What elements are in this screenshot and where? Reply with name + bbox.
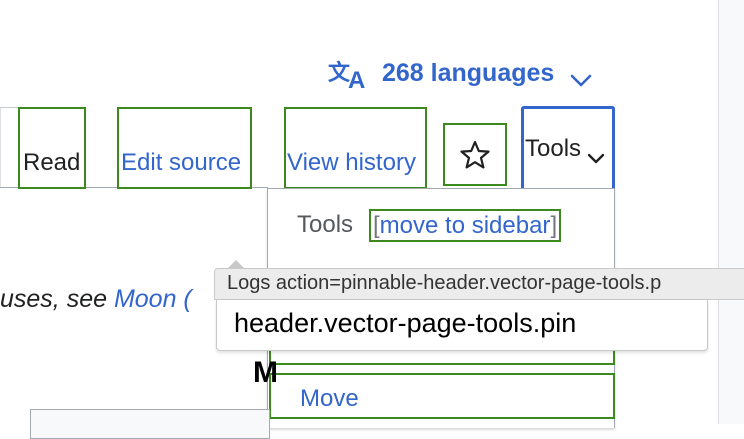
tools-menu-heading: Tools	[297, 211, 354, 238]
star-icon	[460, 140, 490, 168]
tools-dropdown-button[interactable]: Tools	[521, 106, 615, 188]
tabs-top-line	[0, 107, 20, 108]
tabs-left-edge	[0, 108, 1, 188]
svg-text:A: A	[348, 67, 365, 90]
hatnote-text: uses, see	[0, 285, 114, 313]
move-to-sidebar-button[interactable]: [move to sidebar]	[369, 209, 562, 242]
pin-open-bracket: [	[373, 212, 380, 239]
tab-read[interactable]: Read	[18, 107, 86, 189]
page-right-gutter	[718, 0, 744, 424]
tooltip-arrow	[228, 260, 244, 268]
language-button[interactable]: 文 A 268 languages	[328, 54, 592, 94]
chevron-down-icon	[587, 144, 605, 163]
section-heading-fragment: M	[253, 356, 278, 389]
menu-item-move[interactable]: Move	[269, 373, 615, 419]
infobox-edge	[30, 409, 270, 439]
language-count-label: 268 languages	[382, 58, 555, 87]
chevron-down-icon	[570, 66, 592, 87]
moon-disambiguation-link[interactable]: Moon (	[114, 285, 192, 313]
watch-button[interactable]	[443, 123, 507, 186]
translate-icon: 文 A	[328, 56, 372, 94]
pin-close-bracket: ]	[550, 212, 558, 239]
tab-edit-source[interactable]: Edit source	[117, 107, 252, 189]
tools-button-label: Tools	[525, 134, 582, 162]
tools-menu-panel: Tools [move to sidebar] Delete Move	[267, 188, 615, 428]
hatnote: uses, see Moon (	[0, 285, 192, 314]
move-to-sidebar-link[interactable]: move to sidebar	[380, 212, 551, 239]
tab-view-history[interactable]: View history	[284, 107, 427, 189]
menu-item-delete[interactable]: Delete	[269, 319, 615, 365]
